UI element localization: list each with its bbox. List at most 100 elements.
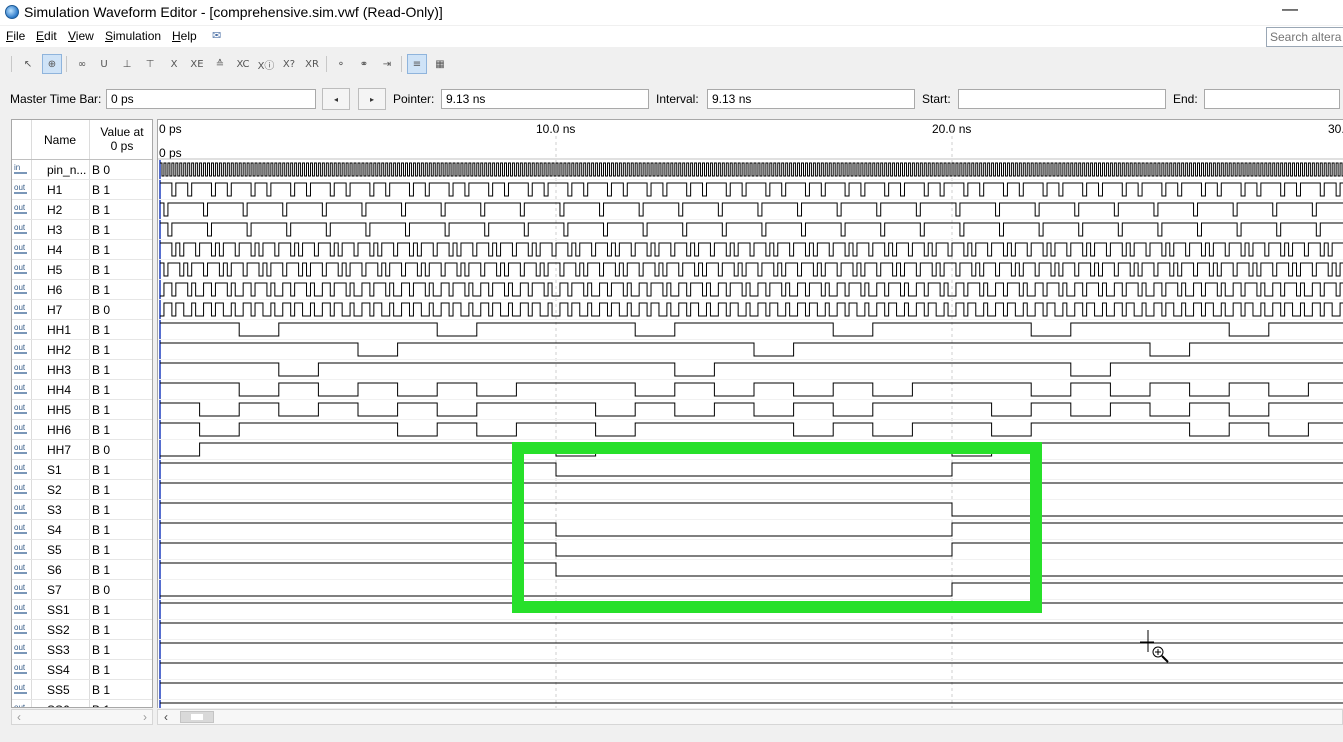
- value-column-header[interactable]: Value at 0 ps: [92, 125, 152, 153]
- zoom-tool-icon[interactable]: ⊕: [42, 54, 62, 74]
- signal-row[interactable]: out SS2 B 1: [12, 620, 152, 640]
- name-column-header[interactable]: Name: [44, 133, 76, 147]
- output-pin-icon: out: [14, 643, 27, 654]
- value-header-line1: Value at: [100, 125, 144, 139]
- signal-row[interactable]: in pin_n... B 0: [12, 160, 152, 180]
- signal-row[interactable]: out H1 B 1: [12, 180, 152, 200]
- signal-value: B 1: [92, 563, 111, 577]
- selection-tool-icon[interactable]: ↖: [18, 54, 38, 74]
- waveform-area[interactable]: 0 ps10.0 ns20.0 ns30.0 ns 0 ps: [157, 119, 1343, 708]
- menu-file[interactable]: File: [6, 29, 25, 43]
- signal-row[interactable]: out SS3 B 1: [12, 640, 152, 660]
- signal-row[interactable]: out HH1 B 1: [12, 320, 152, 340]
- signal-row[interactable]: out SS1 B 1: [12, 600, 152, 620]
- toolbar: ↖ ⊕ ∞ U ⊥ ⊤ X XE ≙ XC Xⓘ X? XR ⚬ ⚭ ⇥ ≡ ▦: [0, 50, 1343, 78]
- menu-view[interactable]: View: [68, 29, 94, 43]
- count-value-icon[interactable]: XE: [187, 54, 207, 74]
- weak-low-icon[interactable]: X?: [279, 54, 299, 74]
- signal-row[interactable]: out H7 B 0: [12, 300, 152, 320]
- signal-waveform[interactable]: [160, 342, 1343, 357]
- signal-name: HH7: [47, 443, 72, 457]
- signal-waveform[interactable]: [160, 242, 1343, 257]
- interval-field[interactable]: [707, 89, 915, 109]
- next-transition-button[interactable]: ▸: [358, 88, 386, 110]
- signal-row[interactable]: out S5 B 1: [12, 540, 152, 560]
- signal-waveform[interactable]: [160, 362, 1343, 377]
- scrollbar-thumb[interactable]: [180, 711, 214, 723]
- signal-list-scrollbar[interactable]: ‹ ›: [11, 709, 153, 725]
- signal-name: SS1: [47, 603, 70, 617]
- signal-row[interactable]: out SS6 B 1: [12, 700, 152, 707]
- weak-high-icon[interactable]: XR: [302, 54, 322, 74]
- signal-row[interactable]: out S1 B 1: [12, 460, 152, 480]
- signal-row[interactable]: out H3 B 1: [12, 220, 152, 240]
- waveform-scrollbar[interactable]: ‹: [157, 709, 1343, 725]
- forcing-high-icon[interactable]: ⊤: [140, 54, 160, 74]
- pointer-field[interactable]: [441, 89, 649, 109]
- dont-care-icon[interactable]: ⚭: [354, 54, 374, 74]
- signal-row[interactable]: out S7 B 0: [12, 580, 152, 600]
- snap-icon[interactable]: ≡: [407, 54, 427, 74]
- signal-waveform[interactable]: [160, 322, 1343, 337]
- signal-waveform[interactable]: [160, 382, 1343, 397]
- grid-icon[interactable]: ▦: [430, 54, 450, 74]
- signal-row[interactable]: out H5 B 1: [12, 260, 152, 280]
- signal-waveform[interactable]: [160, 222, 1343, 237]
- signal-waveform[interactable]: [160, 422, 1343, 437]
- signal-waveform[interactable]: [160, 402, 1343, 417]
- output-pin-icon: out: [14, 283, 27, 294]
- waveform-canvas[interactable]: [158, 120, 1343, 708]
- signal-row[interactable]: out HH7 B 0: [12, 440, 152, 460]
- end-field[interactable]: [1204, 89, 1340, 109]
- signal-row[interactable]: out H4 B 1: [12, 240, 152, 260]
- output-pin-icon: out: [14, 623, 27, 634]
- signal-row[interactable]: out S3 B 1: [12, 500, 152, 520]
- output-pin-icon: out: [14, 223, 27, 234]
- scroll-left-icon[interactable]: ‹: [17, 710, 21, 724]
- menu-simulation[interactable]: Simulation: [105, 29, 161, 43]
- arbitrary-value-icon[interactable]: Xⓘ: [256, 54, 276, 74]
- signal-row[interactable]: out HH5 B 1: [12, 400, 152, 420]
- clock-value-icon[interactable]: ≙: [210, 54, 230, 74]
- snap-to-grid-icon[interactable]: ⇥: [377, 54, 397, 74]
- signal-row[interactable]: out SS5 B 1: [12, 680, 152, 700]
- signal-name: H7: [47, 303, 63, 317]
- uninitialized-icon[interactable]: U: [94, 54, 114, 74]
- start-field[interactable]: [958, 89, 1166, 109]
- high-impedance-icon[interactable]: ⚬: [331, 54, 351, 74]
- help-shortcut-icon[interactable]: ✉: [212, 29, 221, 42]
- signal-row[interactable]: out SS4 B 1: [12, 660, 152, 680]
- signal-row[interactable]: out H2 B 1: [12, 200, 152, 220]
- signal-name: H5: [47, 263, 63, 277]
- minimize-button[interactable]: —: [1282, 1, 1298, 19]
- menu-edit[interactable]: Edit: [36, 29, 57, 43]
- random-value-icon[interactable]: XC: [233, 54, 253, 74]
- search-input[interactable]: [1266, 27, 1343, 47]
- signal-value: B 1: [92, 623, 111, 637]
- signal-value: B 1: [92, 663, 111, 677]
- signal-waveform[interactable]: [160, 202, 1343, 217]
- signal-row[interactable]: out HH3 B 1: [12, 360, 152, 380]
- signal-waveform[interactable]: [160, 162, 1343, 177]
- signal-row[interactable]: out S2 B 1: [12, 480, 152, 500]
- scroll-right-icon[interactable]: ›: [143, 710, 147, 724]
- input-pin-icon: in: [14, 164, 27, 174]
- signal-waveform[interactable]: [160, 182, 1343, 197]
- signal-waveform[interactable]: [160, 282, 1343, 297]
- prev-transition-button[interactable]: ◂: [322, 88, 350, 110]
- signal-name: H6: [47, 283, 63, 297]
- signal-row[interactable]: out H6 B 1: [12, 280, 152, 300]
- master-time-bar-field[interactable]: [106, 89, 316, 109]
- menu-help[interactable]: Help: [172, 29, 197, 43]
- signal-waveform[interactable]: [160, 302, 1343, 317]
- signal-row[interactable]: out S6 B 1: [12, 560, 152, 580]
- node-finder-icon[interactable]: ∞: [72, 54, 92, 74]
- invert-icon[interactable]: X: [164, 54, 184, 74]
- signal-waveform[interactable]: [160, 262, 1343, 277]
- forcing-low-icon[interactable]: ⊥: [117, 54, 137, 74]
- signal-row[interactable]: out HH6 B 1: [12, 420, 152, 440]
- signal-row[interactable]: out S4 B 1: [12, 520, 152, 540]
- scroll-left-icon[interactable]: ‹: [164, 710, 168, 724]
- signal-row[interactable]: out HH2 B 1: [12, 340, 152, 360]
- signal-row[interactable]: out HH4 B 1: [12, 380, 152, 400]
